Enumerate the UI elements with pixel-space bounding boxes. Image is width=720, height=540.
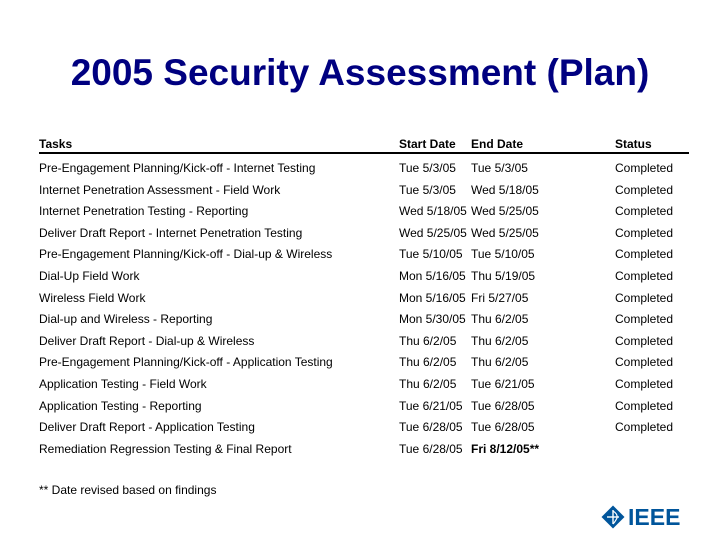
end-date-cell: Wed 5/25/05	[471, 225, 539, 240]
task-cell: Dial-up and Wireless - Reporting	[39, 312, 213, 327]
status-cell: Completed	[615, 161, 674, 175]
status-cell: Completed	[615, 225, 674, 240]
end-date-cell: Thu 5/19/05	[471, 268, 536, 283]
table-row: Wireless Field Work Mon 5/16/05 Fri 5/27/0…	[39, 291, 689, 313]
start-date-cell: Wed 5/25/05	[399, 225, 467, 240]
end-date-cell: Tue 5/10/05	[471, 247, 535, 262]
start-date-cell: Tue 6/28/05	[399, 420, 463, 435]
task-cell: Application Testing - Field Work	[39, 376, 207, 391]
table-row: Deliver Draft Report - Application Testi…	[39, 420, 689, 442]
table-row: Dial-Up Field Work Mon 5/16/05 Thu 5/19/05…	[39, 269, 689, 291]
schedule-table: Tasks Start Date End Date Status Pre-Eng…	[39, 137, 689, 463]
end-date-cell: Tue 6/21/05	[471, 376, 535, 391]
status-cell: Completed	[615, 204, 674, 219]
table-row: Application Testing - Field Work Thu 6/2/…	[39, 377, 689, 399]
header-status: Status	[615, 137, 652, 151]
table-row: Pre-Engagement Planning/Kick-off - Dial-…	[39, 247, 689, 269]
ieee-diamond-kite-icon	[601, 505, 625, 529]
table-row: Internet Penetration Testing - Reporting…	[39, 204, 689, 226]
task-cell: Application Testing - Reporting	[39, 398, 202, 413]
slide-title: 2005 Security Assessment (Plan)	[70, 52, 650, 93]
start-date-cell: Mon 5/16/05	[399, 268, 466, 283]
table-row: Pre-Engagement Planning/Kick-off - Appli…	[39, 355, 689, 377]
task-cell: Internet Penetration Assessment - Field …	[39, 182, 281, 197]
table-header-row: Tasks Start Date End Date Status	[39, 137, 689, 154]
ieee-logo-text: IEEE	[628, 503, 681, 530]
table-row: Deliver Draft Report - Dial-up & Wireles…	[39, 334, 689, 356]
start-date-cell: Mon 5/30/05	[399, 312, 466, 327]
task-cell: Deliver Draft Report - Dial-up & Wireles…	[39, 333, 255, 348]
status-cell: Completed	[615, 333, 674, 348]
start-date-cell: Tue 5/3/05	[399, 161, 456, 175]
end-date-cell: Thu 6/2/05	[471, 333, 529, 348]
task-cell: Dial-Up Field Work	[39, 268, 140, 283]
footnote: ** Date revised based on findings	[39, 483, 217, 497]
end-date-cell: Tue 6/28/05	[471, 420, 535, 435]
table-row: Internet Penetration Assessment - Field …	[39, 183, 689, 205]
table-row: Deliver Draft Report - Internet Penetrat…	[39, 226, 689, 248]
start-date-cell: Tue 6/28/05	[399, 441, 463, 456]
start-date-cell: Thu 6/2/05	[399, 355, 457, 370]
header-tasks: Tasks	[39, 137, 73, 151]
status-cell: Completed	[615, 398, 674, 413]
task-cell: Deliver Draft Report - Application Testi…	[39, 420, 255, 435]
table-row: Application Testing - Reporting Tue 6/21/…	[39, 399, 689, 421]
start-date-cell: Wed 5/18/05	[399, 204, 467, 219]
start-date-cell: Tue 5/3/05	[399, 182, 456, 197]
start-date-cell: Tue 6/21/05	[399, 398, 463, 413]
ieee-logo: IEEE	[601, 504, 680, 530]
table-body: Pre-Engagement Planning/Kick-off - Inter…	[39, 161, 689, 463]
status-cell: Completed	[615, 290, 674, 305]
status-cell: Completed	[615, 420, 674, 435]
end-date-cell: Thu 6/2/05	[471, 312, 529, 327]
status-cell: Completed	[615, 182, 674, 197]
end-date-cell: Fri 8/12/05**	[471, 441, 540, 456]
start-date-cell: Thu 6/2/05	[399, 333, 457, 348]
end-date-cell: Fri 5/27/05	[471, 290, 529, 305]
task-cell: Internet Penetration Testing - Reporting	[39, 204, 249, 219]
status-cell: Completed	[615, 312, 674, 327]
status-cell: Completed	[615, 355, 674, 370]
end-date-cell: Wed 5/18/05	[471, 182, 539, 197]
task-cell: Deliver Draft Report - Internet Penetrat…	[39, 225, 303, 240]
table-row: Dial-up and Wireless - Reporting Mon 5/30…	[39, 312, 689, 334]
table-row: Remediation Regression Testing & Final R…	[39, 442, 689, 464]
end-date-cell: Wed 5/25/05	[471, 204, 539, 219]
start-date-cell: Thu 6/2/05	[399, 376, 457, 391]
table-row: Pre-Engagement Planning/Kick-off - Inter…	[39, 161, 689, 183]
start-date-cell: Mon 5/16/05	[399, 290, 466, 305]
task-cell: Pre-Engagement Planning/Kick-off - Appli…	[39, 355, 333, 370]
start-date-cell: Tue 5/10/05	[399, 247, 463, 262]
end-date-cell: Tue 5/3/05	[471, 161, 528, 175]
task-cell: Wireless Field Work	[39, 290, 146, 305]
task-cell: Remediation Regression Testing & Final R…	[39, 441, 292, 456]
status-cell: Completed	[615, 376, 674, 391]
end-date-cell: Thu 6/2/05	[471, 355, 529, 370]
header-start-date: Start Date	[399, 137, 456, 151]
task-cell: Pre-Engagement Planning/Kick-off - Inter…	[39, 161, 316, 175]
header-end-date: End Date	[471, 137, 524, 151]
status-cell: Completed	[615, 268, 674, 283]
end-date-cell: Tue 6/28/05	[471, 398, 535, 413]
status-cell: Completed	[615, 247, 674, 262]
task-cell: Pre-Engagement Planning/Kick-off - Dial-…	[39, 247, 333, 262]
